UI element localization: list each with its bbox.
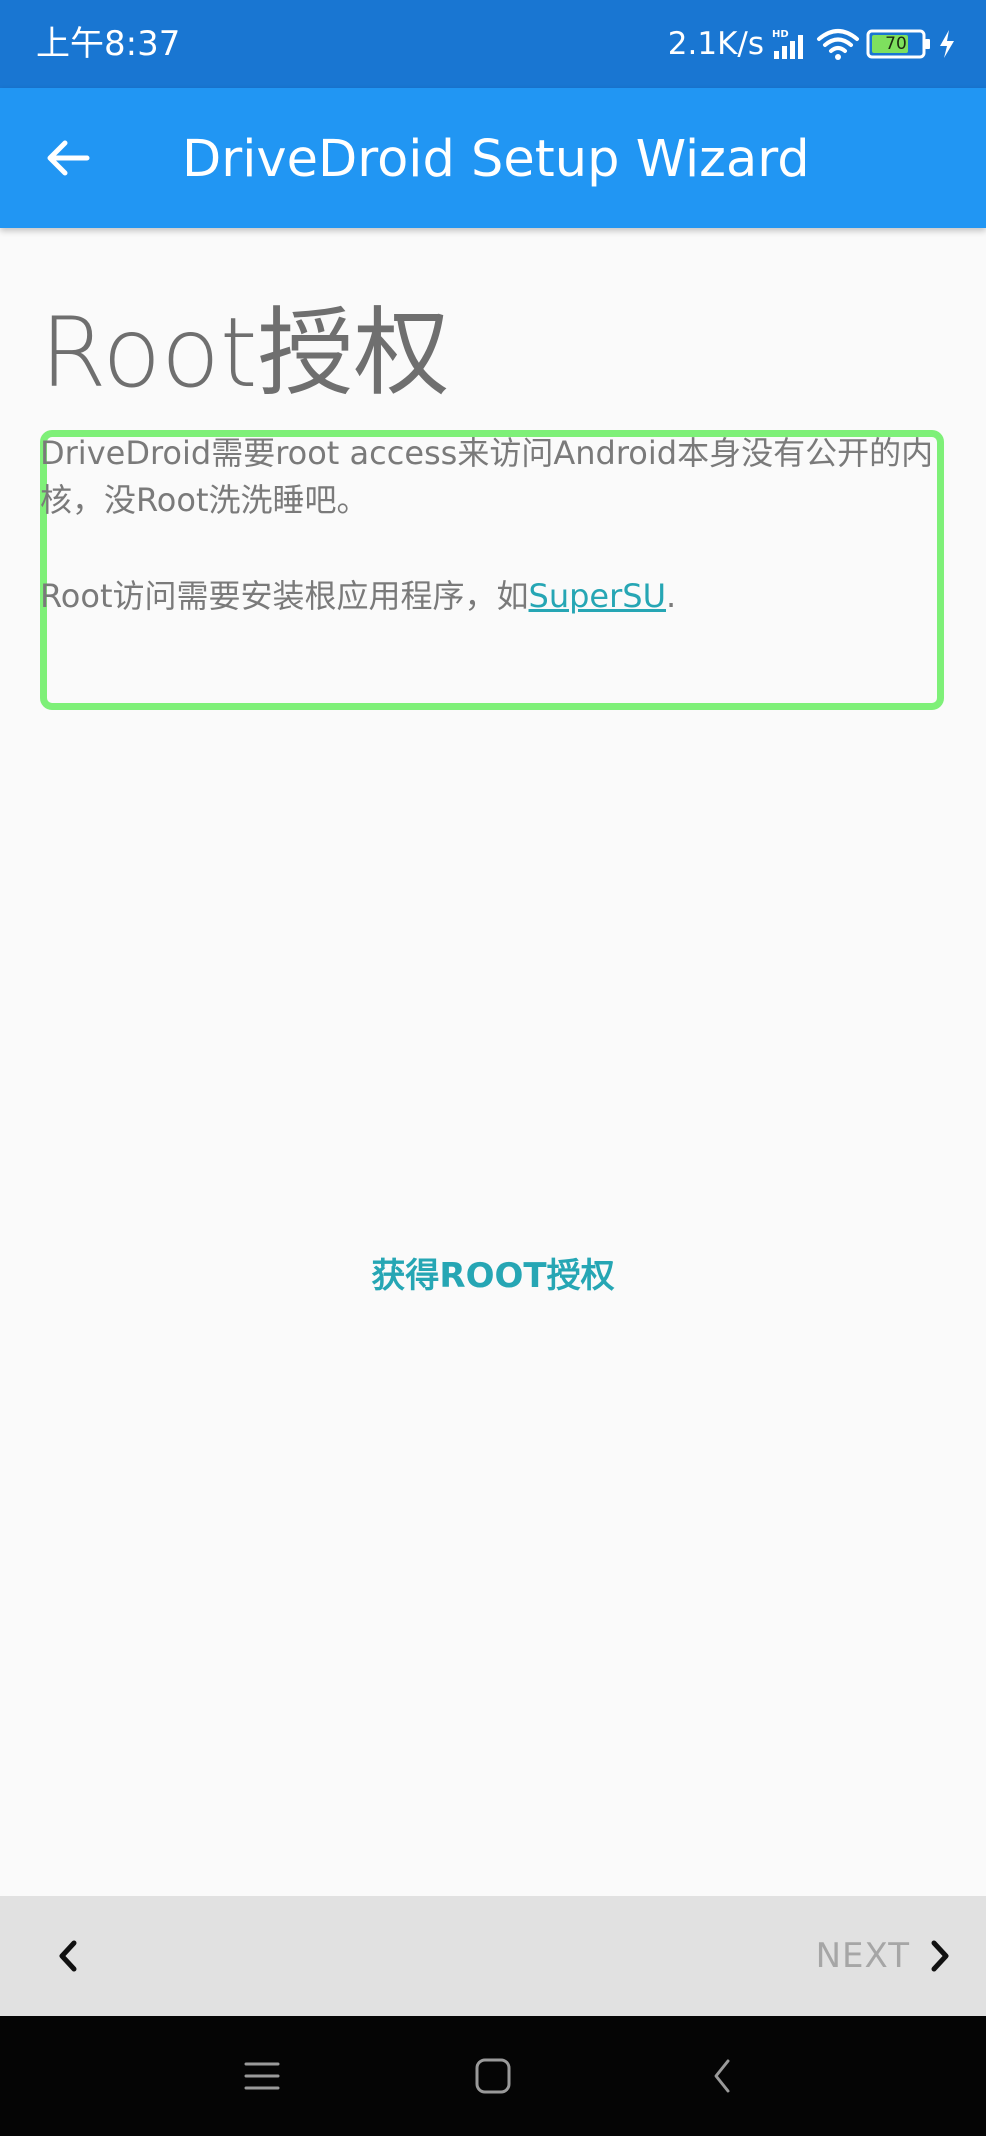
battery-icon: 70 (866, 29, 932, 59)
description-paragraph: DriveDroid需要root access来访问Android本身没有公开的… (40, 434, 934, 519)
hd-signal-icon: HD (770, 27, 810, 61)
wifi-icon (816, 27, 860, 61)
menu-icon (244, 2062, 280, 2090)
status-icons: 2.1K/s HD 70 (668, 20, 956, 68)
back-button[interactable] (36, 126, 100, 190)
charging-icon (938, 29, 956, 59)
grant-root-button[interactable]: 获得ROOT授权 (293, 1244, 693, 1308)
svg-text:HD: HD (772, 29, 789, 40)
arrow-left-icon (47, 140, 90, 176)
status-time: 上午8:37 (36, 24, 181, 64)
chevron-left-icon (59, 1940, 77, 1972)
next-button[interactable]: NEXT (816, 1926, 952, 1986)
home-button[interactable] (463, 2046, 523, 2106)
chevron-right-icon (931, 1940, 949, 1972)
system-back-button[interactable] (693, 2046, 753, 2106)
supersu-link[interactable]: SuperSU (529, 577, 666, 615)
system-nav-bar (0, 2016, 986, 2136)
app-title: DriveDroid Setup Wizard (182, 130, 810, 189)
supersu-paragraph-text: Root访问需要安装根应用程序，如 (40, 577, 529, 615)
battery-level: 70 (885, 34, 907, 54)
back-icon (714, 2059, 730, 2093)
previous-button[interactable] (38, 1926, 98, 1986)
status-bar: 上午8:37 2.1K/s HD 70 (0, 0, 986, 88)
supersu-paragraph-end: . (666, 577, 677, 615)
home-icon (475, 2058, 511, 2094)
wizard-nav-bar: NEXT (0, 1896, 986, 2016)
page-title: Root授权 (40, 297, 450, 409)
app-bar: DriveDroid Setup Wizard (0, 88, 986, 228)
recent-apps-button[interactable] (232, 2046, 292, 2106)
supersu-paragraph: Root访问需要安装根应用程序，如SuperSU. (40, 573, 940, 620)
next-label: NEXT (815, 1936, 910, 1976)
network-speed: 2.1K/s (667, 26, 764, 62)
